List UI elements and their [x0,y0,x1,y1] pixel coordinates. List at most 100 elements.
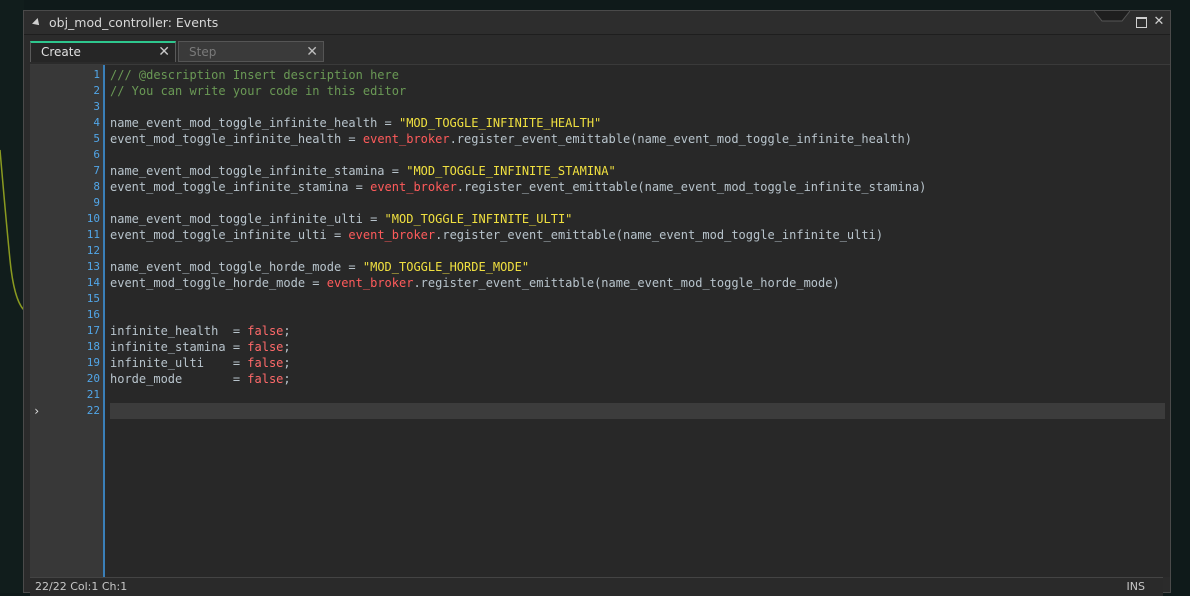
maximize-button[interactable] [1134,15,1148,29]
code-line[interactable]: 18 infinite_stamina = false; [30,339,1170,355]
code-token: event_mod_toggle_infinite_stamina = [110,180,371,194]
line-number: 22 [86,404,100,417]
line-number: 15 [86,292,100,305]
code-line[interactable]: 13 name_event_mod_toggle_horde_mode = "MO… [30,259,1170,275]
code-text[interactable]: event_mod_toggle_infinite_health = event… [110,131,912,147]
code-token: infinite_health = [110,324,248,338]
line-number: 5 [93,132,100,145]
line-number: 9 [93,196,100,209]
code-text[interactable]: event_mod_toggle_infinite_stamina = even… [110,179,926,195]
line-number: 19 [86,356,100,369]
line-number: 10 [86,212,100,225]
code-token: event_broker [326,276,414,290]
cursor-position: 22/22 Col:1 Ch:1 [35,580,128,593]
code-token: ; [283,324,291,338]
code-line[interactable]: 14 event_mod_toggle_horde_mode = event_br… [30,275,1170,291]
tab-create-label: Create [41,45,81,59]
code-text[interactable]: horde_mode = false; [110,371,291,387]
tab-create[interactable]: Create ✕ [30,41,176,62]
code-line[interactable]: 17 infinite_health = false; [30,323,1170,339]
code-token: .register_event_emittable(name_event_mod… [449,132,912,146]
code-line[interactable]: 7 name_event_mod_toggle_infinite_stamina … [30,163,1170,179]
line-number: 8 [93,180,100,193]
code-text[interactable]: event_mod_toggle_horde_mode = event_brok… [110,275,840,291]
collapse-arrow-icon[interactable] [32,17,42,28]
tab-create-close-icon[interactable]: ✕ [158,43,170,61]
code-token: false [247,372,284,386]
code-token: .register_event_emittable(name_event_mod… [456,180,927,194]
code-token: "MOD_TOGGLE_INFINITE_STAMINA" [406,164,616,178]
title-bar[interactable]: obj_mod_controller: Events ✕ [24,11,1170,35]
code-token: /// @description Insert description here [110,68,399,82]
line-number: 4 [93,116,100,129]
code-token: name_event_mod_toggle_infinite_health = [110,116,399,130]
code-text[interactable]: name_event_mod_toggle_infinite_stamina =… [110,163,616,179]
code-line[interactable]: 10 name_event_mod_toggle_infinite_ulti = … [30,211,1170,227]
code-token: event_mod_toggle_horde_mode = [110,276,327,290]
line-number: 20 [86,372,100,385]
code-line[interactable]: 20 horde_mode = false; [30,371,1170,387]
code-token: name_event_mod_toggle_infinite_stamina = [110,164,407,178]
code-line[interactable]: 11 event_mod_toggle_infinite_ulti = event… [30,227,1170,243]
code-token: .register_event_emittable(name_event_mod… [413,276,840,290]
line-number: 12 [86,244,100,257]
code-line[interactable]: 3 [30,99,1170,115]
code-token: "MOD_TOGGLE_INFINITE_ULTI" [384,212,573,226]
code-token: // You can write your code in this edito… [110,84,407,98]
code-line[interactable]: 8 event_mod_toggle_infinite_stamina = eve… [30,179,1170,195]
code-line[interactable]: 5 event_mod_toggle_infinite_health = even… [30,131,1170,147]
code-line[interactable]: 21 [30,387,1170,403]
tab-step[interactable]: Step ✕ [178,41,324,62]
code-token: infinite_stamina = [110,340,248,354]
code-editor[interactable]: 1 /// @description Insert description her… [30,64,1170,577]
code-line[interactable]: 4 name_event_mod_toggle_infinite_health =… [30,115,1170,131]
code-line[interactable]: 12 [30,243,1170,259]
code-token: event_mod_toggle_infinite_ulti = [110,228,349,242]
code-token: event_broker [370,180,457,194]
insert-mode-indicator[interactable]: INS [1127,578,1145,596]
code-token: false [247,340,284,354]
tab-step-label: Step [189,45,217,59]
code-text[interactable]: /// @description Insert description here [110,67,399,83]
code-line[interactable]: 2 // You can write your code in this edit… [30,83,1170,99]
code-token: event_broker [362,132,450,146]
code-line[interactable]: › 22 [30,403,1170,419]
code-token: ; [283,340,291,354]
code-line[interactable]: 1 /// @description Insert description her… [30,67,1170,83]
code-token: horde_mode = [110,372,248,386]
code-token: name_event_mod_toggle_horde_mode = [110,260,363,274]
code-token: .register_event_emittable(name_event_mod… [435,228,884,242]
status-bar: 22/22 Col:1 Ch:1 INS [30,577,1163,596]
code-lines[interactable]: 1 /// @description Insert description her… [30,67,1170,419]
code-line[interactable]: 16 [30,307,1170,323]
code-token: event_mod_toggle_infinite_health = [110,132,363,146]
background-curve [0,149,24,311]
code-line[interactable]: 15 [30,291,1170,307]
current-line-highlight [110,403,1165,419]
code-token: "MOD_TOGGLE_INFINITE_HEALTH" [398,116,602,130]
code-text[interactable]: infinite_health = false; [110,323,291,339]
code-text[interactable]: infinite_stamina = false; [110,339,291,355]
code-line[interactable]: 9 [30,195,1170,211]
line-number: 14 [86,276,100,289]
title-notch-decoration [1094,11,1130,22]
code-text[interactable]: infinite_ulti = false; [110,355,291,371]
code-token: false [247,324,284,338]
line-number: 16 [86,308,100,321]
line-number: 7 [93,164,100,177]
code-text[interactable]: // You can write your code in this edito… [110,83,406,99]
maximize-icon [1136,17,1147,28]
code-text[interactable]: name_event_mod_toggle_infinite_health = … [110,115,601,131]
line-number: 21 [86,388,100,401]
window-title: obj_mod_controller: Events [49,15,219,30]
close-window-button[interactable]: ✕ [1152,15,1166,29]
code-line[interactable]: 6 [30,147,1170,163]
tab-step-close-icon[interactable]: ✕ [306,42,318,62]
code-text[interactable]: name_event_mod_toggle_horde_mode = "MOD_… [110,259,529,275]
line-number: 6 [93,148,100,161]
code-text[interactable]: event_mod_toggle_infinite_ulti = event_b… [110,227,883,243]
code-text[interactable]: name_event_mod_toggle_infinite_ulti = "M… [110,211,572,227]
code-token: infinite_ulti = [110,356,248,370]
code-token: ; [283,372,291,386]
code-line[interactable]: 19 infinite_ulti = false; [30,355,1170,371]
